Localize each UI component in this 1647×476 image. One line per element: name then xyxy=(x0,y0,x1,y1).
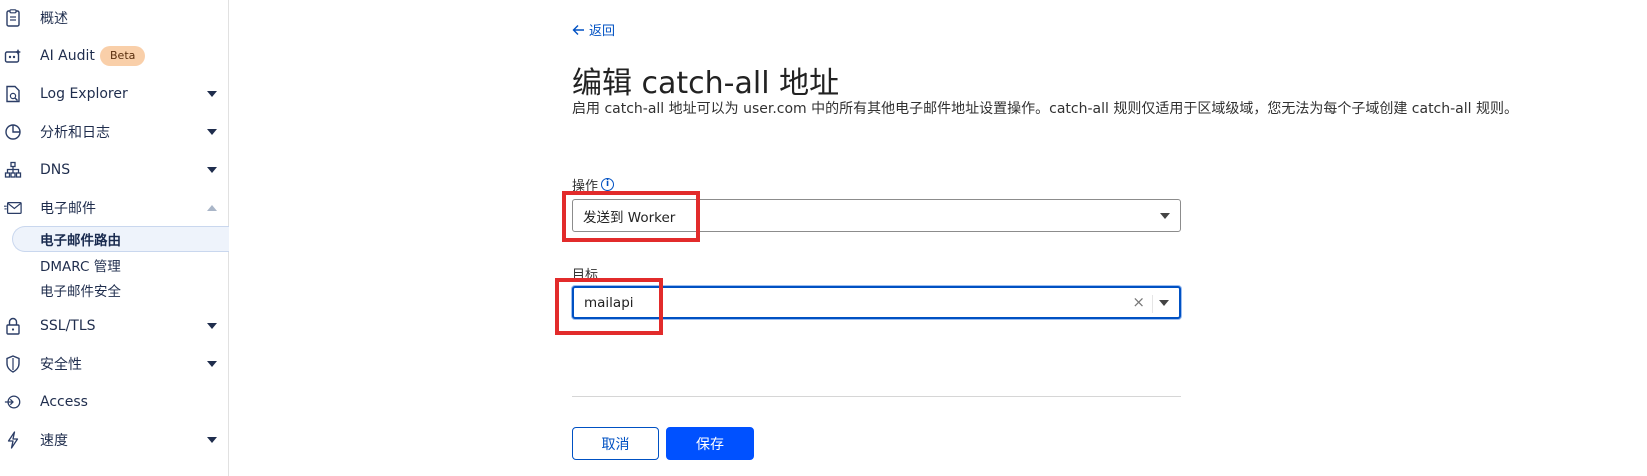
sidebar-item-label: DNS xyxy=(40,162,71,178)
back-link[interactable]: 返回 xyxy=(572,20,615,39)
caret-down-icon[interactable] xyxy=(1160,212,1170,219)
sidebar-item-log-explorer[interactable]: Log Explorer xyxy=(0,78,229,110)
page-title: 编辑 catch-all 地址 xyxy=(572,66,840,101)
sidebar-item-label: SSL/TLS xyxy=(40,318,96,334)
sidebar-item-email[interactable]: 电子邮件 xyxy=(0,192,229,224)
back-link-label: 返回 xyxy=(589,24,616,39)
chevron-down-icon xyxy=(207,129,217,135)
caret-down-icon[interactable] xyxy=(1159,299,1169,306)
sidebar-item-label: AI Audit xyxy=(40,48,95,64)
sidebar-item-label: 速度 xyxy=(40,433,68,449)
clipboard-icon xyxy=(4,9,22,27)
sidebar-subitem-label: 电子邮件安全 xyxy=(40,284,121,300)
lock-icon xyxy=(4,317,22,335)
sidebar: 概述 AI Audit Beta Log Explorer 分析和日志 DNS … xyxy=(0,0,229,476)
sidebar-item-label: Log Explorer xyxy=(40,86,128,102)
form-divider xyxy=(572,396,1181,397)
chevron-up-icon xyxy=(207,205,217,211)
sidebar-item-label: Access xyxy=(40,394,88,410)
sidebar-subitem-dmarc[interactable]: DMARC 管理 xyxy=(0,252,229,278)
sidebar-subitem-label: 电子邮件路由 xyxy=(40,233,121,249)
chevron-down-icon xyxy=(207,91,217,97)
save-button[interactable]: 保存 xyxy=(666,427,754,460)
analytics-icon xyxy=(4,123,22,141)
sidebar-item-overview[interactable]: 概述 xyxy=(0,2,229,34)
sidebar-subitem-label: DMARC 管理 xyxy=(40,259,121,275)
clear-icon[interactable]: × xyxy=(1132,295,1145,310)
ai-audit-icon xyxy=(4,47,22,65)
select-separator xyxy=(1152,295,1153,313)
chevron-down-icon xyxy=(207,437,217,443)
sidebar-item-security[interactable]: 安全性 xyxy=(0,348,229,380)
sidebar-subitem-email-security[interactable]: 电子邮件安全 xyxy=(0,277,229,303)
shield-icon xyxy=(4,355,22,373)
sidebar-item-ai-audit[interactable]: AI Audit Beta xyxy=(0,40,229,72)
cancel-button[interactable]: 取消 xyxy=(572,427,659,460)
highlight-box-target xyxy=(555,278,663,335)
sidebar-item-speed[interactable]: 速度 xyxy=(0,424,229,456)
email-icon xyxy=(4,199,22,217)
info-icon[interactable]: i xyxy=(601,178,615,191)
chevron-down-icon xyxy=(207,323,217,329)
highlight-box-action xyxy=(562,191,700,242)
sidebar-subitem-email-routing[interactable]: 电子邮件路由 xyxy=(12,226,229,252)
page-description: 启用 catch-all 地址可以为 user.com 中的所有其他电子邮件地址… xyxy=(572,101,1518,117)
sidebar-item-label: 分析和日志 xyxy=(40,125,110,141)
dns-icon xyxy=(4,161,22,179)
lightning-icon xyxy=(4,431,22,449)
sidebar-item-analytics[interactable]: 分析和日志 xyxy=(0,116,229,148)
sidebar-item-dns[interactable]: DNS xyxy=(0,154,229,186)
arrow-left-icon xyxy=(572,24,584,35)
sidebar-item-label: 电子邮件 xyxy=(40,201,96,217)
sidebar-item-ssl-tls[interactable]: SSL/TLS xyxy=(0,310,229,342)
sidebar-item-label: 安全性 xyxy=(40,357,82,373)
chevron-down-icon xyxy=(207,167,217,173)
beta-badge: Beta xyxy=(100,46,146,66)
sidebar-item-access[interactable]: Access xyxy=(0,386,229,418)
chevron-down-icon xyxy=(207,361,217,367)
access-icon xyxy=(4,393,22,411)
target-select[interactable]: mailapi × xyxy=(572,286,1181,319)
log-explorer-icon xyxy=(4,85,22,103)
sidebar-item-label: 概述 xyxy=(40,11,68,27)
